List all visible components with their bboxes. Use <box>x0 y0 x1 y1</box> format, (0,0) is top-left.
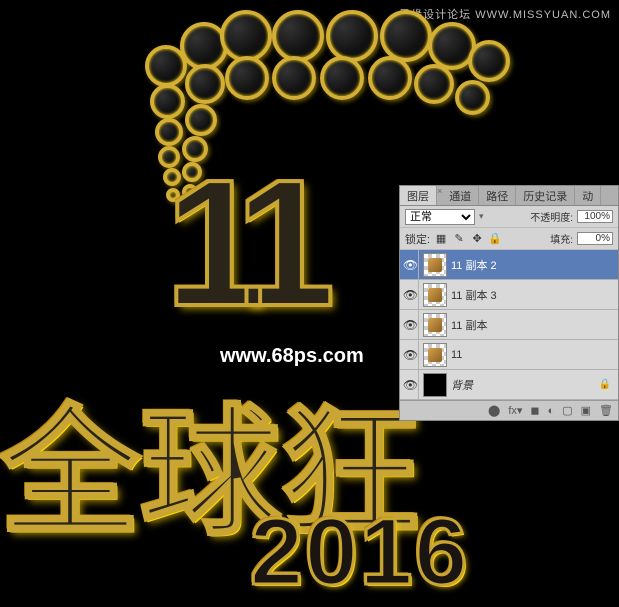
link-layers-icon[interactable]: ⬤ <box>488 404 500 417</box>
tab-channels[interactable]: 通道 <box>442 186 479 205</box>
layer-name[interactable]: 背景 <box>451 377 595 393</box>
layer-thumbnail[interactable] <box>423 283 447 307</box>
lock-all-icon[interactable]: 🔒 <box>488 232 502 246</box>
visibility-icon[interactable]: 👁 <box>403 348 418 362</box>
adjustment-layer-icon[interactable]: ◐ <box>548 405 555 417</box>
chevron-down-icon: ▾ <box>479 211 484 222</box>
panel-tabs: 图层 × 通道 路径 历史记录 动 <box>400 186 618 206</box>
visibility-icon[interactable]: 👁 <box>403 258 418 272</box>
lock-icon: 🔒 <box>599 379 611 390</box>
new-layer-icon[interactable]: ▣ <box>581 404 591 417</box>
layer-name[interactable]: 11 副本 <box>451 317 615 333</box>
layer-row[interactable]: 👁 11 副本 3 <box>400 280 618 310</box>
layer-row[interactable]: 👁 11 <box>400 340 618 370</box>
tab-history[interactable]: 历史记录 <box>516 186 575 205</box>
lock-label: 锁定: <box>405 231 430 247</box>
layer-effects-icon[interactable]: fx▾ <box>508 404 522 417</box>
lock-position-icon[interactable]: ✥ <box>470 232 484 246</box>
layer-row-background[interactable]: 👁 背景 🔒 <box>400 370 618 400</box>
artwork-11: 11 <box>165 140 315 347</box>
layer-name[interactable]: 11 <box>451 349 615 361</box>
layer-thumbnail[interactable] <box>423 343 447 367</box>
lock-transparency-icon[interactable]: ▦ <box>434 232 448 246</box>
watermark-center: www.68ps.com <box>220 345 364 368</box>
layers-panel: 图层 × 通道 路径 历史记录 动 正常 ▾ 不透明度: 100% 锁定: ▦ … <box>399 185 619 421</box>
visibility-icon[interactable]: 👁 <box>403 378 418 392</box>
lock-fill-row: 锁定: ▦ ✎ ✥ 🔒 填充: 0% <box>400 228 618 250</box>
layer-thumbnail[interactable] <box>423 373 447 397</box>
delete-layer-icon[interactable]: 🗑 <box>599 404 613 417</box>
new-group-icon[interactable]: ▢ <box>562 404 572 417</box>
artwork-year: 2016 <box>250 498 469 607</box>
blend-opacity-row: 正常 ▾ 不透明度: 100% <box>400 206 618 228</box>
panel-footer: ⬤ fx▾ ◼ ◐ ▢ ▣ 🗑 <box>400 400 618 420</box>
layer-name[interactable]: 11 副本 2 <box>451 257 615 273</box>
layers-list: 👁 11 副本 2 👁 11 副本 3 👁 11 副本 👁 11 👁 背景 🔒 <box>400 250 618 400</box>
layer-mask-icon[interactable]: ◼ <box>530 404 539 417</box>
layer-row[interactable]: 👁 11 副本 <box>400 310 618 340</box>
opacity-label: 不透明度: <box>530 209 573 224</box>
tab-paths[interactable]: 路径 <box>479 186 516 205</box>
layer-row[interactable]: 👁 11 副本 2 <box>400 250 618 280</box>
layer-name[interactable]: 11 副本 3 <box>451 287 615 303</box>
fill-label: 填充: <box>550 231 573 246</box>
fill-value[interactable]: 0% <box>577 232 613 245</box>
blend-mode-select[interactable]: 正常 <box>405 209 475 225</box>
visibility-icon[interactable]: 👁 <box>403 318 418 332</box>
tab-actions[interactable]: 动 <box>575 186 601 205</box>
opacity-value[interactable]: 100% <box>577 210 613 223</box>
lock-pixels-icon[interactable]: ✎ <box>452 232 466 246</box>
tab-layers[interactable]: 图层 <box>400 186 437 205</box>
layer-thumbnail[interactable] <box>423 313 447 337</box>
visibility-icon[interactable]: 👁 <box>403 288 418 302</box>
layer-thumbnail[interactable] <box>423 253 447 277</box>
